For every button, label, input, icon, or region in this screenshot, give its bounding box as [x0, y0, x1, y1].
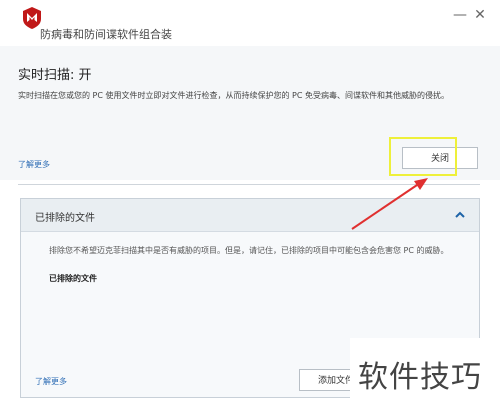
- mcafee-logo-icon: [23, 7, 41, 29]
- excluded-files-list-label: 已排除的文件: [49, 274, 97, 283]
- minimize-button[interactable]: —: [453, 8, 467, 22]
- window-title: 防病毒和防间谍软件组合装: [40, 28, 172, 41]
- learn-more-link[interactable]: 了解更多: [18, 159, 50, 170]
- close-window-button[interactable]: ✕: [473, 8, 487, 22]
- title-bar: 防病毒和防间谍软件组合装 — ✕: [0, 0, 500, 46]
- excluded-files-header[interactable]: 已排除的文件: [21, 199, 479, 232]
- app-window: 防病毒和防间谍软件组合装 — ✕ 实时扫描: 开 实时扫描在您或您的 PC 使用…: [0, 0, 500, 414]
- chevron-up-icon[interactable]: [453, 208, 467, 222]
- highlight-annotation: [389, 137, 457, 176]
- realtime-scan-section: 实时扫描: 开 实时扫描在您或您的 PC 使用文件时立即对文件进行检查，从而持续…: [0, 46, 500, 180]
- section-title: 实时扫描: 开: [18, 68, 92, 83]
- excluded-files-title: 已排除的文件: [35, 213, 95, 224]
- section-description: 实时扫描在您或您的 PC 使用文件时立即对文件进行检查，从而持续保护您的 PC …: [18, 91, 449, 100]
- panel-learn-more-link[interactable]: 了解更多: [35, 376, 67, 387]
- excluded-files-description: 排除您不希望迈克菲扫描其中是否有威胁的项目。但是，请记住，已排除的项目中可能包含…: [49, 246, 449, 255]
- watermark-text: 软件技巧: [358, 360, 482, 395]
- divider: [18, 184, 480, 185]
